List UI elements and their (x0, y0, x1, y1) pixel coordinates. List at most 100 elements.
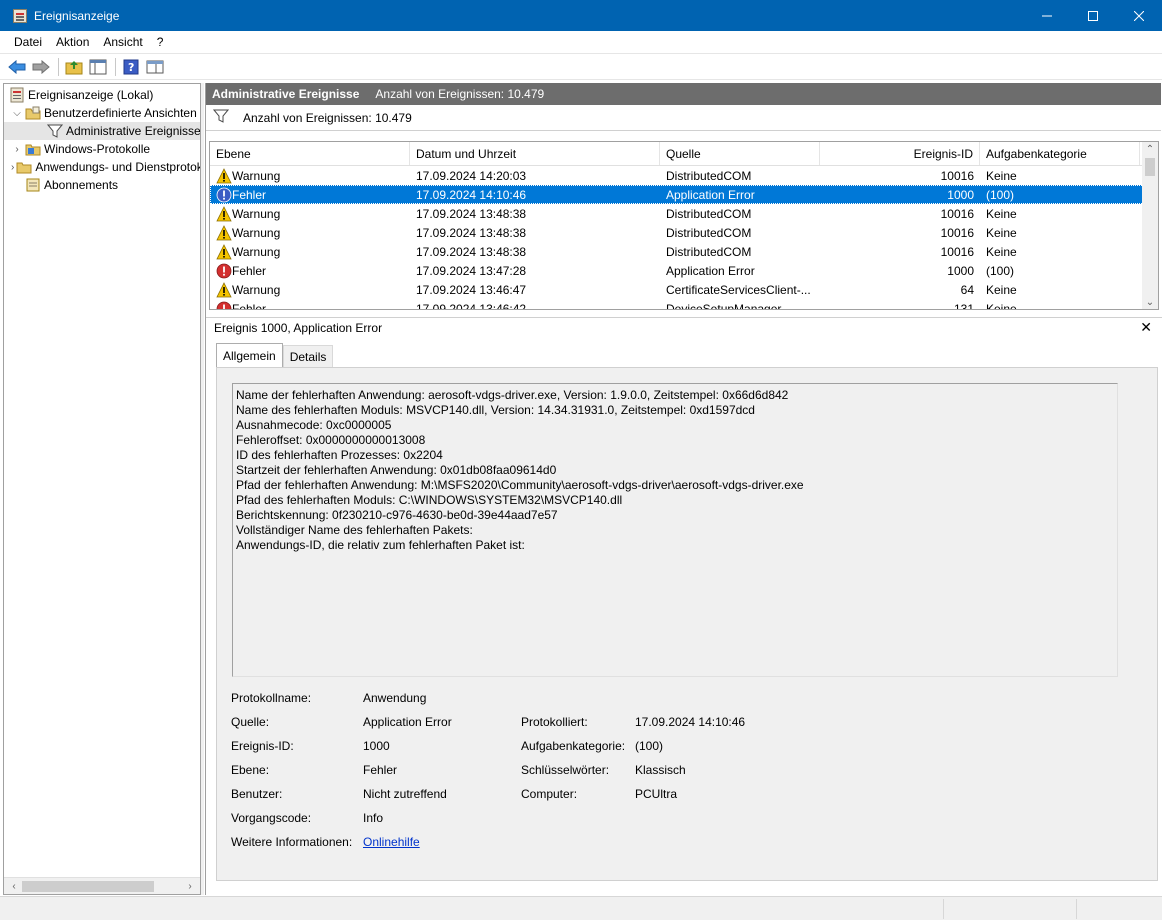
datetime-cell: 17.09.2024 13:46:42 (416, 301, 527, 310)
view-title: Administrative Ereignisse (212, 87, 360, 101)
folder-icon (25, 141, 41, 157)
event-list-scrollbar[interactable]: ⌃ ⌄ (1142, 142, 1158, 309)
event-description[interactable]: Name der fehlerhaften Anwendung: aerosof… (232, 383, 1118, 677)
status-bar (0, 896, 1162, 920)
scroll-down-icon[interactable]: ⌄ (1142, 295, 1158, 309)
scrollbar-thumb[interactable] (1145, 158, 1155, 176)
scrollbar-thumb[interactable] (22, 881, 154, 892)
keywords-value: Klassisch (635, 763, 686, 777)
event-id-cell: 1000 (947, 187, 974, 202)
tree-item-app-service-logs[interactable]: › Anwendungs- und Dienstprotokolle (4, 158, 200, 176)
tree-item-custom-views[interactable]: ⌵ Benutzerdefinierte Ansichten (4, 104, 200, 122)
event-detail-title: Ereignis 1000, Application Error (214, 320, 383, 335)
chevron-right-icon[interactable]: › (11, 143, 23, 155)
tree-item-label: Abonnements (44, 178, 119, 192)
warning-icon (216, 224, 232, 241)
source-value: Application Error (363, 715, 452, 729)
source-label: Quelle: (231, 715, 270, 729)
source-cell: Application Error (666, 263, 755, 278)
tree-item-subscriptions[interactable]: Abonnements (4, 176, 200, 194)
menu-view[interactable]: Ansicht (96, 35, 149, 49)
status-bar-segment (943, 899, 944, 919)
table-row[interactable]: Warnung 17.09.2024 13:48:38 DistributedCOM… (210, 223, 1158, 242)
toolbar: ? (0, 53, 1162, 80)
description-line: Pfad des fehlerhaften Moduls: C:\WINDOWS… (236, 493, 623, 507)
minimize-button[interactable] (1024, 0, 1070, 31)
source-cell: Application Error (666, 187, 755, 202)
table-row[interactable]: Warnung 17.09.2024 13:48:38 DistributedCOM… (210, 204, 1158, 223)
event-id-cell: 64 (960, 282, 974, 297)
show-hide-tree-button[interactable] (87, 57, 109, 77)
column-header-task-category[interactable]: Aufgabenkategorie (980, 142, 1140, 165)
warning-icon (216, 167, 232, 184)
user-label: Benutzer: (231, 787, 283, 801)
task-category-cell: Keine (986, 206, 1017, 221)
column-header-datetime[interactable]: Datum und Uhrzeit (410, 142, 660, 165)
menu-action[interactable]: Aktion (49, 35, 96, 49)
maximize-button[interactable] (1070, 0, 1116, 31)
column-header-source[interactable]: Quelle (660, 142, 820, 165)
task-category-cell: (100) (986, 263, 1015, 278)
menu-file[interactable]: Datei (7, 35, 49, 49)
filter-bar: Anzahl von Ereignissen: 10.479 (206, 105, 1161, 131)
table-row[interactable]: Warnung 17.09.2024 13:48:38 DistributedCOM… (210, 242, 1158, 261)
status-bar-segment (1076, 899, 1077, 919)
table-row[interactable]: Warnung 17.09.2024 14:20:03 DistributedCOM… (210, 166, 1158, 185)
error-icon (216, 263, 232, 279)
scroll-left-icon[interactable]: ‹ (7, 880, 21, 893)
task-category-cell: Keine (986, 244, 1017, 259)
table-row[interactable]: Fehler 17.09.2024 14:10:46 Application Err… (210, 185, 1158, 204)
description-line: Vollständiger Name des fehlerhaften Pake… (236, 523, 473, 537)
pane-splitter[interactable] (201, 83, 204, 895)
event-id-cell: 10016 (940, 225, 974, 240)
close-button[interactable] (1116, 0, 1162, 31)
chevron-right-icon[interactable]: › (11, 161, 14, 173)
folder-icon (16, 159, 32, 175)
source-cell: DistributedCOM (666, 206, 752, 221)
toolbar-separator (115, 57, 116, 76)
event-list: Ebene Datum und Uhrzeit Quelle Ereignis-… (209, 141, 1159, 310)
properties-button[interactable] (144, 57, 166, 77)
filter-icon (212, 109, 230, 126)
scroll-right-icon[interactable]: › (183, 880, 197, 893)
opcode-value: Info (363, 811, 384, 825)
main-pane: Administrative Ereignisse Anzahl von Ere… (205, 83, 1162, 895)
column-header-event-id[interactable]: Ereignis-ID (820, 142, 980, 165)
table-row[interactable]: Fehler 17.09.2024 13:47:28 Application Err… (210, 261, 1158, 280)
level-cell: Warnung (232, 244, 281, 259)
column-header-level[interactable]: Ebene (210, 142, 410, 165)
folder-up-icon (65, 60, 83, 74)
logged-label: Protokolliert: (521, 715, 588, 729)
maximize-icon (1088, 10, 1098, 21)
event-id-label: Ereignis-ID: (231, 739, 294, 753)
properties-pane-icon (146, 60, 164, 73)
filter-event-count: Anzahl von Ereignissen: 10.479 (243, 110, 412, 125)
general-tab-panel: Name der fehlerhaften Anwendung: aerosof… (216, 367, 1158, 881)
subscriptions-icon (25, 177, 41, 193)
tab-details[interactable]: Details (282, 345, 334, 367)
scroll-up-icon[interactable]: ⌃ (1142, 142, 1158, 156)
online-help-link[interactable]: Onlinehilfe (363, 835, 420, 849)
error-icon (216, 187, 232, 203)
forward-button[interactable] (30, 57, 52, 77)
chevron-down-icon[interactable]: ⌵ (11, 107, 23, 119)
event-id-cell: 10016 (940, 168, 974, 183)
up-folder-button[interactable] (63, 57, 85, 77)
tree-item-admin-events[interactable]: Administrative Ereignisse (4, 122, 200, 140)
close-detail-button[interactable]: ✕ (1140, 319, 1152, 336)
level-value: Fehler (363, 763, 398, 777)
description-line: Anwendungs-ID, die relativ zum fehlerhaf… (236, 538, 525, 552)
table-row[interactable]: Warnung 17.09.2024 13:46:47 CertificateSer… (210, 280, 1158, 299)
table-row[interactable]: Fehler 17.09.2024 13:46:42 DeviceSetupMana… (210, 299, 1158, 310)
tree-item-windows-logs[interactable]: › Windows-Protokolle (4, 140, 200, 158)
computer-value: PCUltra (635, 787, 678, 801)
back-button[interactable] (6, 57, 28, 77)
tree-horizontal-scrollbar[interactable]: ‹ › (4, 877, 200, 894)
folder-icon (25, 105, 41, 121)
help-button[interactable]: ? (120, 57, 142, 77)
tree-item-root[interactable]: Ereignisanzeige (Lokal) (4, 86, 200, 104)
more-info-label: Weitere Informationen: (231, 835, 353, 849)
tab-general[interactable]: Allgemein (216, 343, 283, 367)
forward-arrow-icon (32, 59, 50, 74)
menu-help[interactable]: ? (150, 35, 171, 49)
